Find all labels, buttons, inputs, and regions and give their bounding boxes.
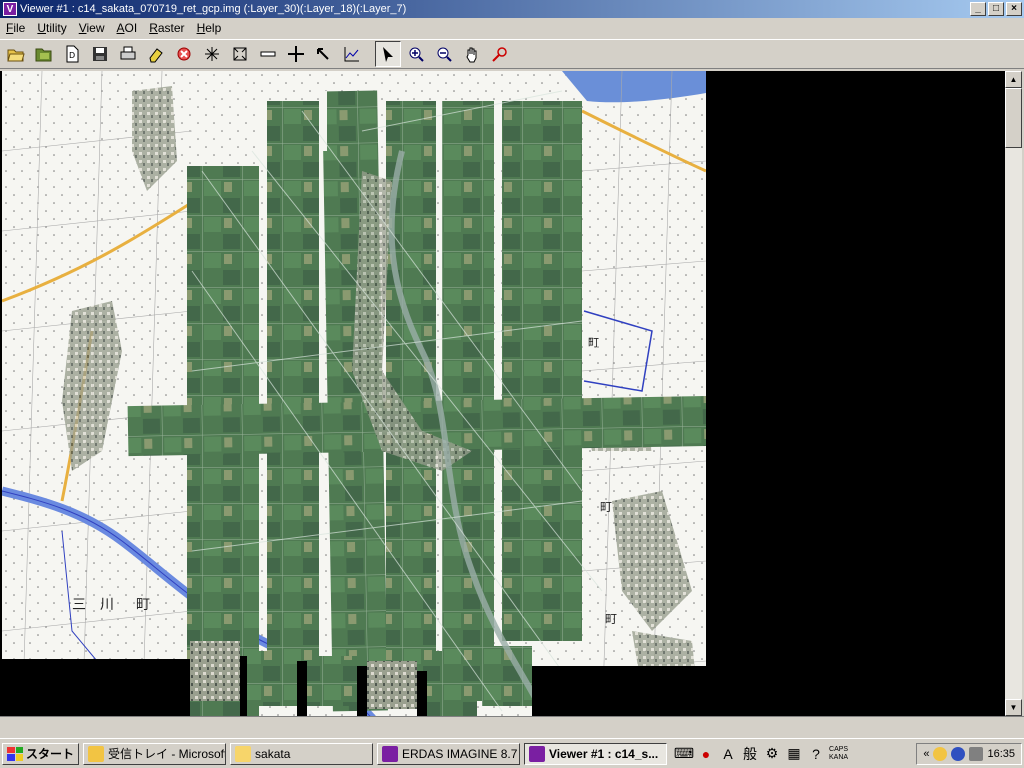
map-label-5: 町 bbox=[588, 336, 599, 349]
pan-hand-icon[interactable] bbox=[459, 41, 485, 67]
outlook-icon bbox=[88, 745, 105, 762]
ime-conversion[interactable]: 般 bbox=[741, 745, 759, 763]
image-viewer[interactable]: 三 川 町 町 町 町 bbox=[0, 71, 1005, 716]
vertical-scrollbar[interactable]: ▲ ▼ bbox=[1005, 71, 1022, 716]
scroll-down-arrow[interactable]: ▼ bbox=[1005, 699, 1022, 716]
chart-icon[interactable] bbox=[339, 41, 365, 67]
task-sakata-folder[interactable]: sakata bbox=[230, 742, 374, 765]
inquire-icon[interactable] bbox=[487, 41, 513, 67]
minimize-button[interactable]: _ bbox=[970, 2, 986, 16]
map-label-2: 町 bbox=[136, 597, 150, 613]
viewer-icon bbox=[529, 745, 546, 762]
print-icon[interactable] bbox=[115, 41, 141, 67]
status-bar bbox=[0, 716, 1024, 738]
menu-raster[interactable]: Raster bbox=[143, 21, 190, 35]
ime-mode[interactable]: A bbox=[719, 745, 737, 763]
open-icon[interactable] bbox=[3, 41, 29, 67]
fit-icon[interactable] bbox=[227, 41, 253, 67]
rotate-icon[interactable] bbox=[199, 41, 225, 67]
menu-file[interactable]: File bbox=[0, 21, 31, 35]
erase-icon[interactable] bbox=[143, 41, 169, 67]
save-icon[interactable] bbox=[87, 41, 113, 67]
zoom-out-icon[interactable] bbox=[431, 41, 457, 67]
task-erdas[interactable]: ERDAS IMAGINE 8.7 bbox=[377, 742, 521, 765]
zoom-in-icon[interactable] bbox=[403, 41, 429, 67]
svg-text:D: D bbox=[69, 51, 75, 60]
new-icon[interactable]: D bbox=[59, 41, 85, 67]
app-icon[interactable]: V bbox=[3, 2, 17, 16]
measure-icon[interactable] bbox=[255, 41, 281, 67]
window-title: Viewer #1 : c14_sakata_070719_ret_gcp.im… bbox=[20, 3, 407, 15]
toolbar: D bbox=[0, 39, 1024, 69]
ime-tools-icon[interactable]: ⚙ bbox=[763, 745, 781, 763]
taskbar: スタート 受信トレイ - Microsoft ... sakata ERDAS … bbox=[0, 738, 1024, 768]
open-layer-icon[interactable] bbox=[31, 41, 57, 67]
map-label-0: 三 bbox=[72, 597, 86, 613]
title-bar: V Viewer #1 : c14_sakata_070719_ret_gcp.… bbox=[0, 0, 1024, 18]
start-label: スタート bbox=[26, 747, 75, 761]
tray-expand-icon[interactable]: « bbox=[923, 748, 929, 760]
menu-file-rest: ile bbox=[13, 20, 26, 35]
close-button[interactable]: × bbox=[1006, 2, 1022, 16]
start-button[interactable]: スタート bbox=[2, 742, 80, 765]
map-canvas: 三 川 町 町 町 町 bbox=[2, 71, 706, 716]
folder-icon bbox=[235, 745, 252, 762]
system-tray: « 16:35 bbox=[916, 743, 1022, 765]
select-icon[interactable] bbox=[375, 41, 401, 67]
keyboard-icon[interactable]: ⌨ bbox=[674, 745, 694, 763]
menu-help[interactable]: Help bbox=[191, 21, 228, 35]
map-label-1: 川 bbox=[100, 597, 114, 613]
clear-icon[interactable] bbox=[171, 41, 197, 67]
inquire-cursor-icon[interactable] bbox=[283, 41, 309, 67]
tray-monitor-icon[interactable] bbox=[969, 747, 984, 761]
menu-bar: File Utility View AOI Raster Help bbox=[0, 18, 1024, 37]
ime-dictionary-icon[interactable]: ▦ bbox=[785, 745, 803, 763]
clock: 16:35 bbox=[987, 748, 1015, 760]
scroll-thumb[interactable] bbox=[1005, 88, 1022, 148]
scroll-up-arrow[interactable]: ▲ bbox=[1005, 71, 1022, 88]
map-label-3: 町 bbox=[600, 500, 612, 514]
erdas-icon bbox=[382, 745, 399, 762]
menu-utility[interactable]: Utility bbox=[31, 21, 72, 35]
tray-network-icon[interactable] bbox=[951, 747, 966, 761]
ime-ball-icon[interactable]: ● bbox=[697, 745, 715, 763]
annotation-icon[interactable] bbox=[311, 41, 337, 67]
task-viewer[interactable]: Viewer #1 : c14_s... bbox=[524, 742, 668, 765]
help-icon[interactable]: ? bbox=[807, 745, 825, 763]
windows-flag-icon bbox=[7, 746, 23, 761]
tray-outlook-icon[interactable] bbox=[933, 747, 948, 761]
caps-kana-indicator: CAPS KANA bbox=[829, 745, 849, 761]
map-image[interactable]: 三 川 町 町 町 町 bbox=[2, 71, 706, 716]
menu-aoi[interactable]: AOI bbox=[111, 21, 144, 35]
maximize-button[interactable]: □ bbox=[988, 2, 1004, 16]
map-label-4: 町 bbox=[605, 612, 617, 626]
task-outlook[interactable]: 受信トレイ - Microsoft ... bbox=[83, 742, 227, 765]
menu-view[interactable]: View bbox=[73, 21, 111, 35]
ime-toolbar: ⌨ ● A 般 ⚙ ▦ ? CAPS KANA bbox=[674, 745, 849, 763]
